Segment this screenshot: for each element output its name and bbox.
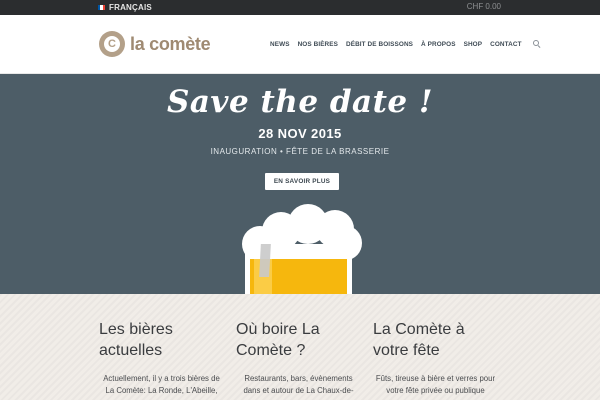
column-text: Restaurants, bars, évènements dans et au… bbox=[243, 374, 354, 395]
column-where-to-drink: Où boire La Comète ? Restaurants, bars, … bbox=[236, 319, 361, 397]
nav-contact[interactable]: CONTACT bbox=[490, 41, 521, 48]
nav-shop[interactable]: SHOP bbox=[464, 41, 483, 48]
column-title: La Comète à votre fête bbox=[373, 321, 465, 359]
site-header: C la comète NEWS NOS BIÈRES DÉBIT DE BOI… bbox=[0, 15, 600, 74]
language-switcher[interactable]: FRANÇAIS bbox=[98, 2, 152, 13]
nav-news[interactable]: NEWS bbox=[270, 41, 290, 48]
language-label: FRANÇAIS bbox=[109, 3, 152, 12]
info-section: Les bières actuelles Actuellement, il y … bbox=[0, 294, 600, 400]
hero-banner: Save the date ! 28 NOV 2015 INAUGURATION… bbox=[0, 74, 600, 294]
column-current-beers: Les bières actuelles Actuellement, il y … bbox=[99, 319, 224, 397]
column-title: Où boire La Comète ? bbox=[236, 321, 320, 359]
column-title: Les bières actuelles bbox=[99, 321, 173, 359]
logo-mark-icon: C bbox=[99, 31, 125, 57]
nav-nos-bieres[interactable]: NOS BIÈRES bbox=[298, 41, 338, 48]
main-nav: NEWS NOS BIÈRES DÉBIT DE BOISSONS À PROP… bbox=[270, 40, 542, 49]
logo-text: la comète bbox=[130, 33, 211, 54]
top-bar: FRANÇAIS CHF 0.00 bbox=[0, 0, 600, 15]
hero-date: 28 NOV 2015 bbox=[258, 126, 342, 141]
nav-debit-de-boissons[interactable]: DÉBIT DE BOISSONS bbox=[346, 41, 413, 48]
learn-more-button[interactable]: EN SAVOIR PLUS bbox=[265, 173, 339, 190]
column-party: La Comète à votre fête Fûts, tireuse à b… bbox=[373, 319, 498, 397]
column-text: Fûts, tireuse à bière et verres pour vot… bbox=[375, 374, 496, 395]
beer-glass-icon bbox=[240, 204, 362, 294]
site-logo[interactable]: C la comète bbox=[99, 31, 211, 57]
nav-a-propos[interactable]: À PROPOS bbox=[421, 41, 456, 48]
column-text: Actuellement, il y a trois bières de La … bbox=[103, 374, 220, 395]
hero-subtitle: INAUGURATION • FÊTE DE LA BRASSERIE bbox=[210, 147, 390, 156]
french-flag-icon bbox=[98, 5, 105, 10]
hero-title: Save the date ! bbox=[166, 84, 434, 120]
cart-total[interactable]: CHF 0.00 bbox=[467, 2, 501, 11]
search-icon[interactable] bbox=[532, 40, 542, 49]
